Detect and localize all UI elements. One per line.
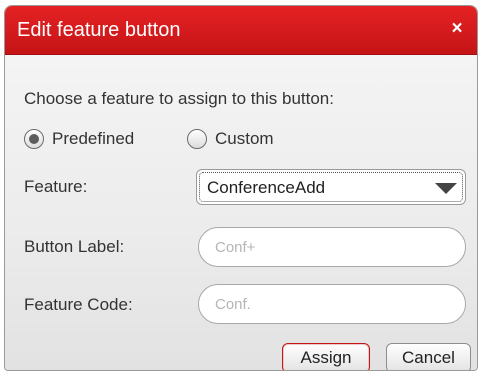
- assign-button[interactable]: Assign: [282, 343, 370, 370]
- feature-select-value: ConferenceAdd: [207, 178, 326, 197]
- feature-select[interactable]: ConferenceAdd: [196, 169, 466, 205]
- cancel-button[interactable]: Cancel: [386, 343, 471, 370]
- dialog-prompt: Choose a feature to assign to this butto…: [24, 89, 334, 108]
- dialog-titlebar: Edit feature button ×: [5, 6, 477, 55]
- radio-custom-label[interactable]: Custom: [215, 129, 274, 149]
- radio-selected-dot: [29, 134, 39, 144]
- feature-code-input[interactable]: [198, 284, 466, 324]
- radio-custom-indicator[interactable]: [187, 129, 207, 149]
- feature-label: Feature:: [24, 177, 88, 196]
- button-label-input[interactable]: [198, 227, 466, 267]
- button-label-label: Button Label:: [24, 237, 125, 256]
- dialog-title: Edit feature button: [17, 19, 181, 41]
- radio-predefined-indicator[interactable]: [24, 129, 44, 149]
- close-icon[interactable]: ×: [447, 19, 467, 39]
- radio-custom[interactable]: Custom: [187, 126, 274, 152]
- feature-code-label: Feature Code:: [24, 295, 133, 314]
- radio-predefined-label[interactable]: Predefined: [52, 129, 134, 149]
- dialog-body: Choose a feature to assign to this butto…: [5, 55, 477, 370]
- chevron-down-icon[interactable]: [435, 183, 457, 194]
- edit-feature-dialog: Edit feature button × Choose a feature t…: [4, 5, 478, 371]
- radio-predefined[interactable]: Predefined: [24, 126, 134, 152]
